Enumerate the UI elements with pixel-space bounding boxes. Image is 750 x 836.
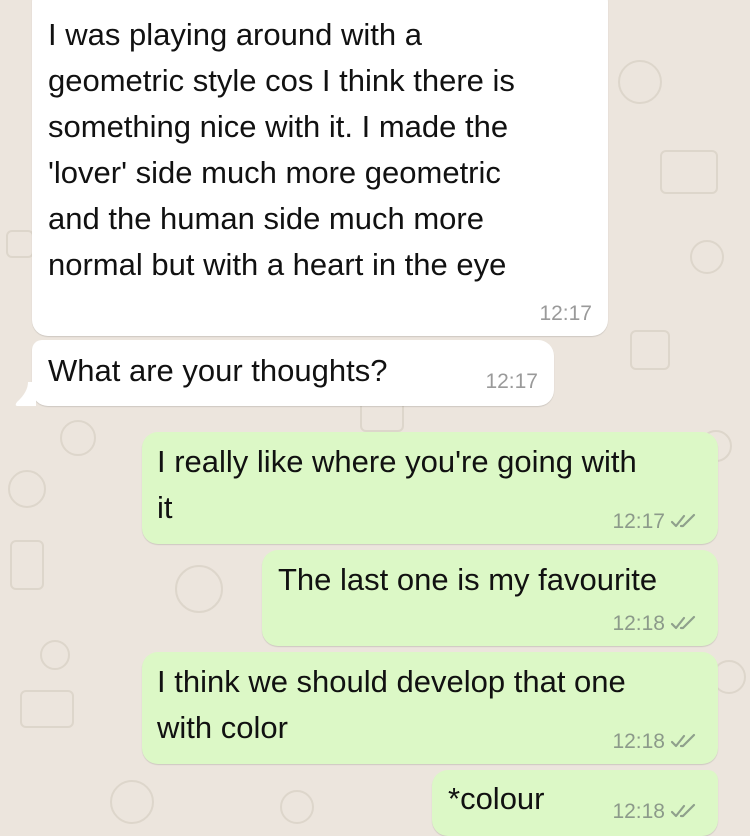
wallpaper-doodle: [110, 780, 154, 824]
message-time-label: 12:18: [612, 730, 665, 753]
double-check-icon: [670, 513, 696, 528]
wallpaper-doodle: [6, 230, 34, 258]
message-text: I was playing around with a geometric st…: [48, 17, 515, 282]
message-bubble-outgoing[interactable]: *colour 12:18: [432, 770, 718, 836]
message-bubble-incoming[interactable]: I was playing around with a geometric st…: [32, 0, 608, 336]
double-check-icon: [670, 733, 696, 748]
wallpaper-doodle: [40, 640, 70, 670]
double-check-icon: [670, 615, 696, 630]
message-bubble-outgoing[interactable]: The last one is my favourite 12:18: [262, 550, 718, 646]
message-timestamp: 12:18: [612, 800, 698, 824]
wallpaper-doodle: [660, 150, 718, 194]
wallpaper-doodle: [60, 420, 96, 456]
message-bubble-outgoing[interactable]: I think we should develop that one with …: [142, 652, 718, 764]
wallpaper-doodle: [20, 690, 74, 728]
message-timestamp: 12:18: [612, 612, 698, 636]
message-text: *colour: [448, 781, 545, 816]
message-text: The last one is my favourite: [278, 562, 658, 597]
message-time-label: 12:18: [612, 612, 665, 635]
wallpaper-doodle: [8, 470, 46, 508]
message-bubble-outgoing[interactable]: I really like where you're going with it…: [142, 432, 718, 544]
message-timestamp: 12:17: [539, 302, 592, 325]
message-timestamp: 12:17: [612, 510, 698, 534]
wallpaper-doodle: [630, 330, 670, 370]
wallpaper-doodle: [618, 60, 662, 104]
message-bubble-incoming[interactable]: What are your thoughts? 12:17: [32, 340, 554, 406]
wallpaper-doodle: [280, 790, 314, 824]
wallpaper-doodle: [690, 240, 724, 274]
wallpaper-doodle: [175, 565, 223, 613]
message-text: What are your thoughts?: [48, 353, 388, 388]
wallpaper-doodle: [10, 540, 44, 590]
message-time-label: 12:18: [612, 800, 665, 823]
message-time-label: 12:17: [612, 510, 665, 533]
bubble-tail-incoming: [15, 382, 36, 406]
message-timestamp: 12:18: [612, 730, 698, 754]
double-check-icon: [670, 803, 696, 818]
message-timestamp: 12:17: [485, 370, 538, 393]
